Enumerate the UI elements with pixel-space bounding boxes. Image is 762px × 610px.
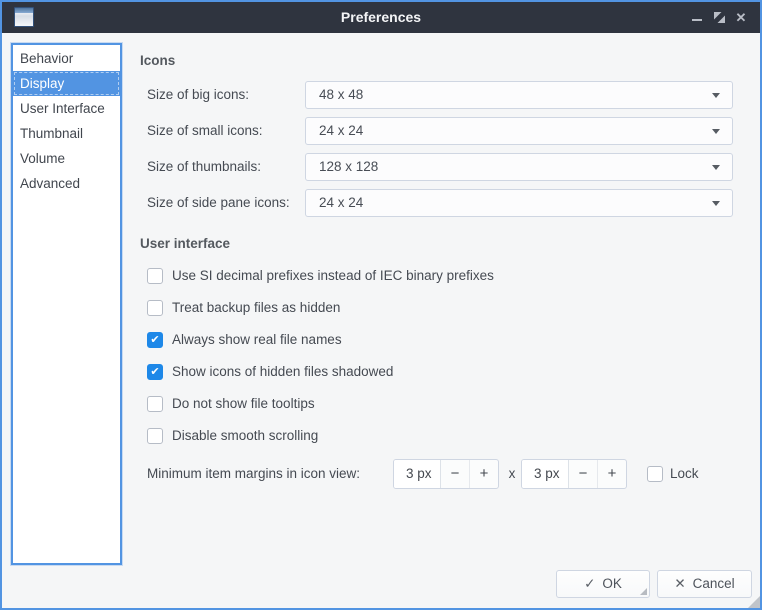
backup-hidden-checkbox[interactable]: ✔ (147, 300, 163, 316)
dimension-separator: x (505, 459, 519, 489)
row-si-prefixes: ✔ Use SI decimal prefixes instead of IEC… (2, 267, 760, 285)
row-hidden-shadowed: ✔ Show icons of hidden files shadowed (2, 363, 760, 381)
row-thumbnails: Size of thumbnails: 128 x 128 (2, 153, 760, 181)
margin-x-decrease-button[interactable]: − (441, 460, 470, 488)
margin-y-spinner: 3 px − + (521, 459, 627, 489)
small-icons-select[interactable]: 24 x 24 (305, 117, 733, 145)
real-file-names-label: Always show real file names (172, 331, 342, 349)
lock-checkbox[interactable]: ✔ (647, 466, 663, 482)
item-margins-label: Minimum item margins in icon view: (147, 459, 360, 489)
small-icons-label: Size of small icons: (147, 117, 263, 145)
row-item-margins: Minimum item margins in icon view: 3 px … (2, 459, 760, 489)
file-tooltips-checkbox[interactable]: ✔ (147, 396, 163, 412)
minimize-button[interactable] (686, 2, 708, 33)
titlebar: Preferences ✕ (2, 2, 760, 33)
row-smooth-scrolling: ✔ Disable smooth scrolling (2, 427, 760, 445)
chevron-down-icon (712, 165, 720, 170)
ok-button[interactable]: ✓ OK (556, 570, 650, 598)
section-title-user-interface: User interface (140, 236, 230, 251)
big-icons-label: Size of big icons: (147, 81, 249, 109)
hidden-shadowed-label: Show icons of hidden files shadowed (172, 363, 393, 381)
side-pane-icons-label: Size of side pane icons: (147, 189, 290, 217)
row-small-icons: Size of small icons: 24 x 24 (2, 117, 760, 145)
file-tooltips-label: Do not show file tooltips (172, 395, 315, 413)
margin-y-decrease-button[interactable]: − (569, 460, 598, 488)
check-icon: ✔ (148, 333, 162, 347)
close-icon: ✕ (736, 10, 747, 26)
backup-hidden-label: Treat backup files as hidden (172, 299, 340, 317)
close-button[interactable]: ✕ (730, 2, 752, 33)
real-file-names-checkbox[interactable]: ✔ (147, 332, 163, 348)
check-icon: ✔ (148, 365, 162, 379)
margin-x-value[interactable]: 3 px (394, 460, 441, 488)
minimize-icon (692, 19, 702, 21)
big-icons-select[interactable]: 48 x 48 (305, 81, 733, 109)
margin-y-increase-button[interactable]: + (598, 460, 626, 488)
x-icon: ✕ (674, 576, 685, 591)
row-side-pane-icons: Size of side pane icons: 24 x 24 (2, 189, 760, 217)
si-prefixes-label: Use SI decimal prefixes instead of IEC b… (172, 267, 494, 285)
smooth-scrolling-checkbox[interactable]: ✔ (147, 428, 163, 444)
ok-button-label: OK (602, 576, 622, 591)
margin-x-increase-button[interactable]: + (470, 460, 498, 488)
smooth-scrolling-label: Disable smooth scrolling (172, 427, 318, 445)
cancel-button-label: Cancel (693, 576, 735, 591)
window-controls: ✕ (686, 2, 752, 33)
side-pane-icons-select[interactable]: 24 x 24 (305, 189, 733, 217)
si-prefixes-checkbox[interactable]: ✔ (147, 268, 163, 284)
row-real-file-names: ✔ Always show real file names (2, 331, 760, 349)
restore-button[interactable] (708, 2, 730, 33)
side-pane-icons-value: 24 x 24 (319, 195, 363, 210)
row-backup-hidden: ✔ Treat backup files as hidden (2, 299, 760, 317)
lock-label: Lock (670, 459, 699, 489)
chevron-down-icon (712, 129, 720, 134)
check-icon: ✓ (584, 576, 595, 591)
thumbnails-label: Size of thumbnails: (147, 153, 261, 181)
sidebar-item-behavior[interactable]: Behavior (13, 46, 120, 71)
thumbnails-select[interactable]: 128 x 128 (305, 153, 733, 181)
hidden-shadowed-checkbox[interactable]: ✔ (147, 364, 163, 380)
window-title: Preferences (2, 2, 760, 33)
small-icons-value: 24 x 24 (319, 123, 363, 138)
row-big-icons: Size of big icons: 48 x 48 (2, 81, 760, 109)
big-icons-value: 48 x 48 (319, 87, 363, 102)
cancel-button[interactable]: ✕ Cancel (657, 570, 752, 598)
preferences-window: Preferences ✕ Behavior Display User Inte… (0, 0, 762, 610)
chevron-down-icon (712, 93, 720, 98)
section-title-icons: Icons (140, 53, 175, 68)
margin-x-spinner: 3 px − + (393, 459, 499, 489)
margin-y-value[interactable]: 3 px (522, 460, 569, 488)
row-file-tooltips: ✔ Do not show file tooltips (2, 395, 760, 413)
thumbnails-value: 128 x 128 (319, 159, 378, 174)
window-resize-grip[interactable] (748, 596, 760, 608)
chevron-down-icon (712, 201, 720, 206)
default-button-grip-icon (640, 588, 647, 595)
restore-icon (714, 12, 725, 23)
